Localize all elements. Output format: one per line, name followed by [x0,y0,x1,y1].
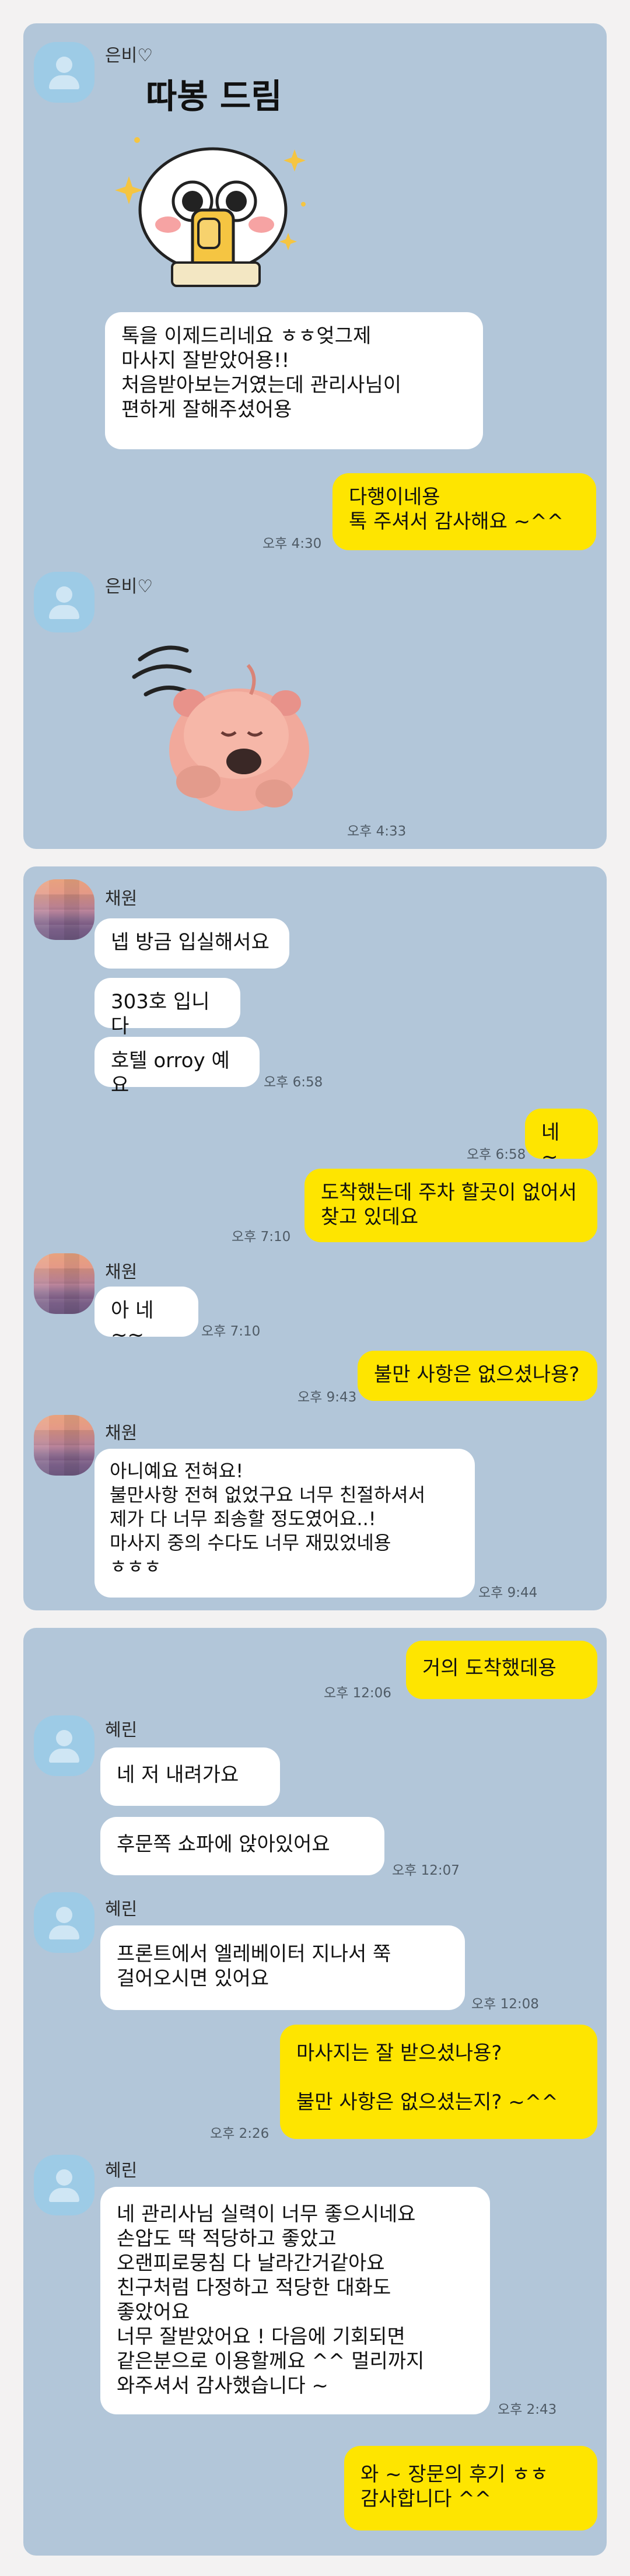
sender-name: 혜린 [105,2161,138,2181]
sleepy-character-sticker [128,630,321,817]
message-bubble: 넵 방금 입실해서요 [94,918,289,969]
my-message-bubble: 와 ~ 장문의 후기 ㅎㅎ 감사합니다 ^^ [344,2446,597,2530]
my-message-bubble: 네 ~ [525,1109,598,1169]
chat-screenshot-2: 채원 넵 방금 입실해서요 303호 입니다 호텔 orroy 예요 오후 6:… [23,866,607,1610]
message-bubble: 네 저 내려가요 [100,1747,280,1806]
message-bubble: 아니예요 전혀요! 불만사항 전혀 없었구요 너무 친절하셔서 제가 다 너무 … [94,1449,475,1598]
thumbs-up-sticker: 따봉 드림 [105,70,315,303]
message-bubble: 호텔 orroy 예요 [94,1037,260,1097]
message-bubble: 아 네~~ [94,1287,198,1347]
sender-name: 은비♡ [105,46,153,66]
avatar[interactable] [34,2155,94,2215]
my-message-bubble: 거의 도착했데용 [406,1641,597,1699]
my-message-bubble: 마사지는 잘 받으셨나용? 불만 사항은 없으셨는지? ~^^ [280,2025,597,2139]
message-time: 오후 2:26 [210,2126,270,2141]
message-bubble: 303호 입니다 [94,978,240,1038]
avatar[interactable] [34,1415,94,1476]
message-time: 오후 6:58 [264,1075,323,1090]
message-time: 오후 12:07 [392,1863,460,1878]
my-message-bubble: 도착했는데 주차 할곳이 없어서 찾고 있데요 [304,1169,597,1242]
message-time: 오후 6:58 [467,1147,526,1162]
sender-name: 은비♡ [105,576,153,597]
sender-name: 혜린 [105,1720,138,1740]
message-time: 오후 4:33 [347,824,407,839]
my-message-bubble: 불만 사항은 없으셨나용? [358,1351,597,1401]
avatar[interactable] [34,1253,94,1314]
sender-name: 채원 [105,1262,138,1282]
avatar[interactable] [34,879,94,940]
message-bubble: 네 관리사님 실력이 너무 좋으시네요 손압도 딱 적당하고 좋았고 오랜피로뭉… [100,2187,490,2414]
avatar[interactable] [34,572,94,632]
message-time: 오후 2:43 [498,2402,557,2417]
message-time: 오후 9:44 [478,1585,538,1600]
message-time: 오후 12:06 [324,1686,391,1701]
chat-screenshot-1: 은비♡ 따봉 드림 톡을 이제드리네요 ㅎㅎ엊그제 마사지 잘받았어용!! 처음… [23,23,607,849]
message-bubble: 후문쪽 쇼파에 앉아있어요 [100,1817,384,1875]
chat-screenshot-3: 오후 12:06 거의 도착했데용 혜린 네 저 내려가요 후문쪽 쇼파에 앉아… [23,1628,607,2556]
message-time: 오후 9:43 [298,1390,357,1405]
message-bubble: 프론트에서 엘레베이터 지나서 쭉 걸어오시면 있어요 [100,1925,465,2010]
message-time: 오후 4:30 [262,536,322,551]
sender-name: 혜린 [105,1899,138,1920]
avatar[interactable] [34,1892,94,1953]
sticker-caption: 따봉 드림 [146,76,282,116]
message-time: 오후 7:10 [232,1229,291,1245]
message-time: 오후 12:08 [471,1997,539,2012]
avatar[interactable] [34,42,94,103]
avatar[interactable] [34,1715,94,1776]
message-bubble: 톡을 이제드리네요 ㅎㅎ엊그제 마사지 잘받았어용!! 처음받아보는거였는데 관… [105,312,483,449]
sender-name: 채원 [105,1423,138,1443]
sender-name: 채원 [105,889,138,909]
my-message-bubble: 다행이네용 톡 주셔서 감사해요 ~^^ [332,473,596,550]
message-time: 오후 7:10 [201,1324,261,1339]
